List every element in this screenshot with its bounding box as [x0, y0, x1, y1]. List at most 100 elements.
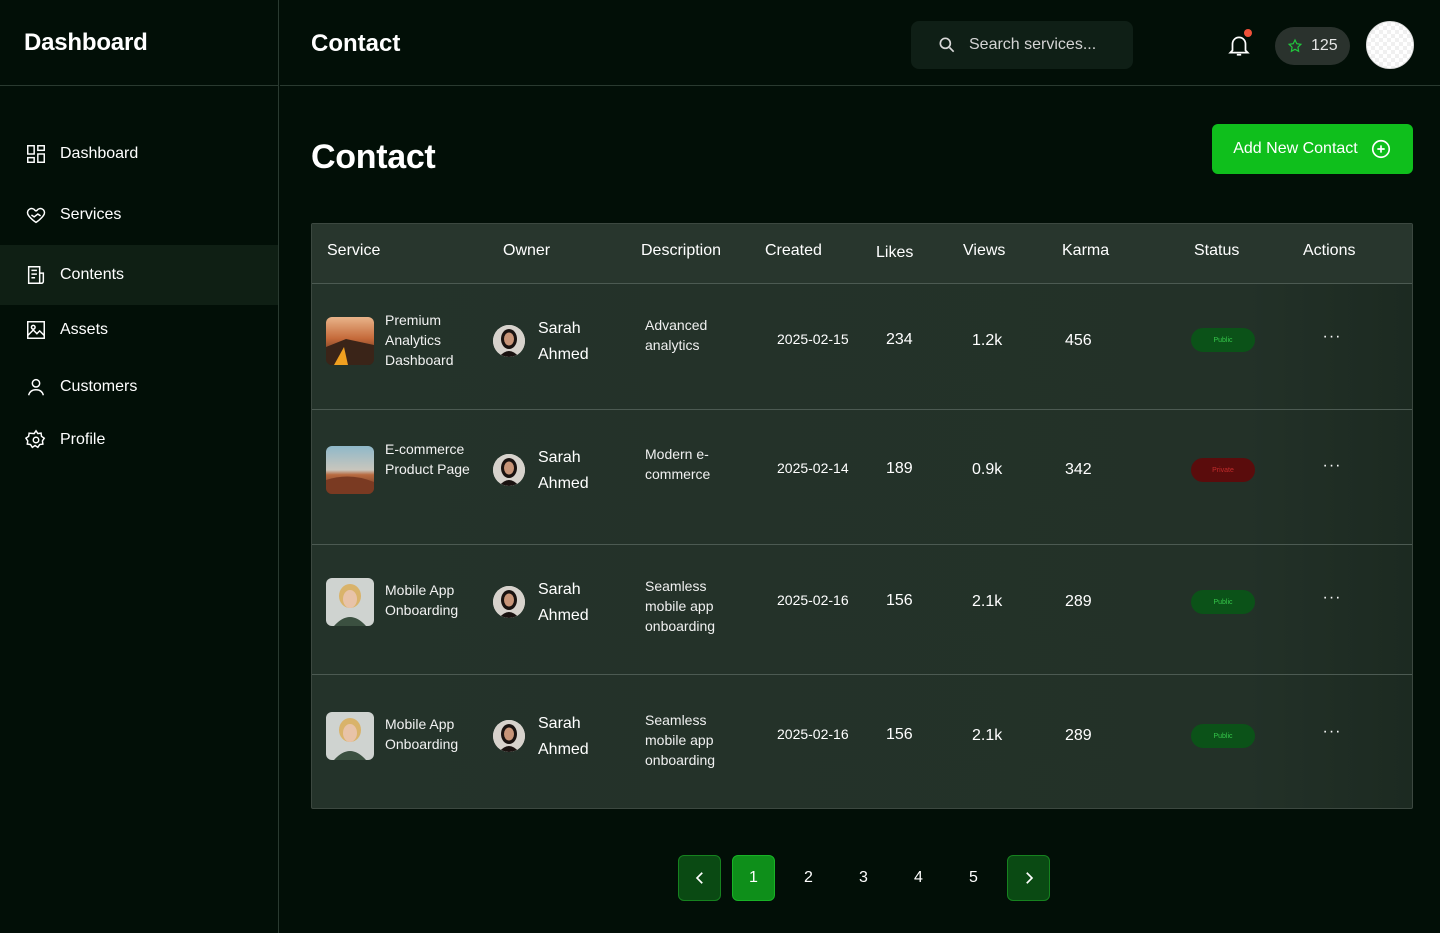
column-header-likes[interactable]: Likes — [876, 244, 913, 262]
status-badge: Private — [1191, 458, 1255, 482]
sidebar-item-label: Profile — [60, 431, 106, 448]
sidebar-item-assets[interactable]: Assets — [0, 300, 278, 360]
status-badge: Public — [1191, 724, 1255, 748]
created-date: 2025-02-16 — [777, 592, 849, 608]
sidebar-brand: Dashboard — [0, 0, 278, 86]
page-button-2[interactable]: 2 — [787, 855, 830, 901]
sidebar-item-profile[interactable]: Profile — [0, 410, 278, 470]
table-row[interactable]: Premium Analytics Dashboard Sarah Ahmed … — [312, 284, 1412, 410]
add-new-contact-button[interactable]: Add New Contact — [1212, 124, 1413, 174]
chevron-left-icon — [695, 872, 703, 884]
likes-count: 189 — [886, 460, 913, 477]
table-row[interactable]: Mobile App Onboarding Sarah Ahmed Seamle… — [312, 545, 1412, 675]
user-icon — [24, 375, 48, 399]
owner-name: Sarah Ahmed — [538, 449, 589, 492]
table-header: Service Owner Description Created Likes … — [312, 224, 1412, 284]
karma-count: 125 — [1311, 37, 1338, 54]
service-description: Advanced analytics — [645, 317, 708, 353]
search-icon — [939, 37, 955, 53]
column-header-status[interactable]: Status — [1194, 242, 1239, 260]
column-header-views[interactable]: Views — [963, 242, 1005, 260]
chevron-right-icon — [1025, 872, 1033, 884]
service-name[interactable]: Mobile App Onboarding — [385, 580, 485, 620]
owner-avatar — [493, 720, 525, 752]
sidebar-item-dashboard[interactable]: Dashboard — [0, 124, 278, 184]
user-avatar[interactable] — [1366, 21, 1414, 69]
sidebar-item-label: Contents — [60, 266, 125, 283]
gear-icon — [24, 428, 48, 452]
document-icon — [24, 263, 48, 287]
header-title: Contact — [311, 30, 401, 57]
service-thumbnail — [326, 317, 374, 365]
add-button-label: Add New Contact — [1233, 140, 1358, 157]
search-input[interactable] — [969, 36, 1119, 54]
plus-circle-icon — [1371, 139, 1390, 159]
column-header-description[interactable]: Description — [641, 242, 721, 260]
page-title: Contact — [311, 138, 436, 176]
views-count: 2.1k — [972, 727, 1003, 744]
pagination: 1 2 3 4 5 — [0, 855, 1440, 901]
service-name[interactable]: Premium Analytics Dashboard — [385, 310, 485, 370]
service-name[interactable]: E-commerce Product Page — [385, 439, 485, 479]
karma-badge[interactable]: 125 — [1275, 27, 1350, 65]
row-actions-button[interactable]: ··· — [1320, 589, 1344, 609]
sidebar-item-services[interactable]: Services — [0, 185, 278, 245]
views-count: 1.2k — [972, 332, 1003, 349]
service-thumbnail — [326, 446, 374, 494]
page-button-1[interactable]: 1 — [732, 855, 775, 901]
service-thumbnail — [326, 712, 374, 760]
created-date: 2025-02-14 — [777, 460, 849, 476]
likes-count: 156 — [886, 726, 913, 743]
star-icon — [1287, 38, 1303, 53]
row-actions-button[interactable]: ··· — [1320, 723, 1344, 743]
row-actions-button[interactable]: ··· — [1320, 457, 1344, 477]
contact-table: Service Owner Description Created Likes … — [311, 223, 1413, 809]
sidebar-item-label: Customers — [60, 378, 138, 395]
column-header-karma[interactable]: Karma — [1062, 242, 1109, 260]
notification-bell[interactable] — [1226, 29, 1252, 60]
service-name[interactable]: Mobile App Onboarding — [385, 714, 485, 754]
owner-avatar — [493, 586, 525, 618]
column-header-service[interactable]: Service — [327, 242, 380, 260]
karma-value: 289 — [1065, 593, 1092, 610]
column-header-owner[interactable]: Owner — [503, 242, 550, 260]
sidebar-item-contents[interactable]: Contents — [0, 245, 278, 305]
row-actions-button[interactable]: ··· — [1320, 328, 1344, 348]
service-description: Seamless mobile app onboarding — [645, 578, 716, 634]
likes-count: 234 — [886, 331, 913, 348]
notification-dot — [1244, 29, 1252, 37]
heart-hand-icon — [24, 203, 48, 227]
table-row[interactable]: Mobile App Onboarding Sarah Ahmed Seamle… — [312, 675, 1412, 808]
service-description: Seamless mobile app onboarding — [645, 712, 716, 768]
karma-value: 342 — [1065, 461, 1092, 478]
previous-page-button[interactable] — [678, 855, 721, 901]
views-count: 2.1k — [972, 593, 1003, 610]
page-button-5[interactable]: 5 — [952, 855, 995, 901]
owner-name: Sarah Ahmed — [538, 581, 589, 624]
sidebar-item-label: Dashboard — [60, 145, 139, 162]
created-date: 2025-02-15 — [777, 331, 849, 347]
karma-value: 289 — [1065, 727, 1092, 744]
created-date: 2025-02-16 — [777, 726, 849, 742]
image-icon — [24, 318, 48, 342]
service-thumbnail — [326, 578, 374, 626]
column-header-created[interactable]: Created — [765, 242, 822, 260]
likes-count: 156 — [886, 592, 913, 609]
views-count: 0.9k — [972, 461, 1003, 478]
top-bar: Contact 125 — [280, 0, 1440, 86]
page-button-4[interactable]: 4 — [897, 855, 940, 901]
service-description: Modern e-commerce — [645, 446, 711, 482]
sidebar-item-label: Services — [60, 206, 122, 223]
owner-name: Sarah Ahmed — [538, 320, 589, 363]
sidebar-item-customers[interactable]: Customers — [0, 357, 278, 417]
sidebar-item-label: Assets — [60, 321, 109, 338]
sidebar: Dashboard Dashboard Services Contents As… — [0, 0, 279, 933]
table-row[interactable]: E-commerce Product Page Sarah Ahmed Mode… — [312, 410, 1412, 545]
page-button-3[interactable]: 3 — [842, 855, 885, 901]
karma-value: 456 — [1065, 332, 1092, 349]
search-box[interactable] — [911, 21, 1133, 69]
next-page-button[interactable] — [1007, 855, 1050, 901]
owner-name: Sarah Ahmed — [538, 715, 589, 758]
status-badge: Public — [1191, 590, 1255, 614]
column-header-actions[interactable]: Actions — [1303, 242, 1355, 260]
